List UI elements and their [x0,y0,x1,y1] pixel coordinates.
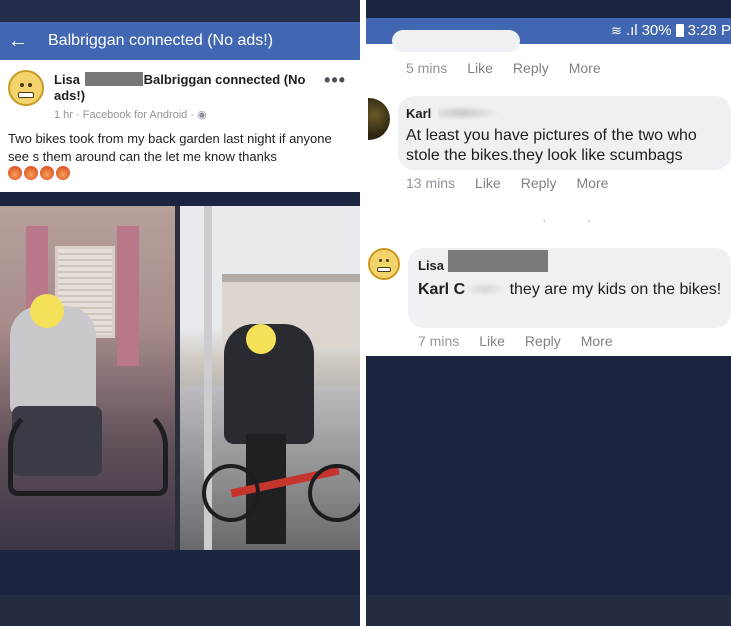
post-card: Lisa Balbriggan connected (No ads!) ••• … [0,60,360,192]
group-header-bar: ← Balbriggan connected (No ads!) [0,22,360,60]
commenter-avatar[interactable] [368,98,390,140]
comment-bubble-partial [392,30,520,52]
commenter-avatar[interactable] [368,248,400,280]
reply-button[interactable]: Reply [525,333,561,349]
author-avatar[interactable] [8,70,44,106]
comment-author[interactable]: Karl [406,106,431,121]
face-blur [30,294,64,328]
like-button[interactable]: Like [467,60,493,76]
face-blur [246,324,276,354]
angry-reaction-icon [24,166,38,180]
top-strip [0,0,360,22]
reactions-row[interactable] [8,166,70,180]
more-button[interactable]: More [569,60,601,76]
post-timestamp: 1 hr · Facebook for Android · [54,109,198,121]
comment-body: they are my kids on the bikes! [509,281,722,298]
signal-icon: .ıl [625,22,638,39]
more-options-icon[interactable]: ••• [324,70,346,91]
back-arrow-icon[interactable]: ← [2,22,34,60]
post-photos[interactable] [0,206,360,550]
comments-list: 5 mins Like Reply More Karl At least you… [366,30,731,356]
comment-text: Karl C they are my kids on the bikes! [418,280,723,300]
reply-button[interactable]: Reply [521,175,557,191]
left-screenshot: ← Balbriggan connected (No ads!) Lisa Ba… [0,0,360,626]
name-blur [438,106,498,120]
globe-icon: ◉ [197,109,207,121]
comment-time: 13 mins [406,175,456,191]
more-button[interactable]: More [581,333,613,349]
redaction-box [84,72,143,86]
post-body: Two bikes took from my back garden last … [8,131,332,164]
post-meta: 1 hr · Facebook for Android · ◉ [54,108,207,121]
comment-actions: 7 mins Like Reply More [418,333,613,349]
right-screenshot: ≋ .ıl 30% 3:28 P 5 mins Like Reply More … [366,0,731,626]
photo-outdoor-bike[interactable] [180,206,360,550]
post-author-line: Lisa Balbriggan connected (No ads!) [54,72,324,104]
battery-percent: 30% [641,22,672,39]
bottom-bar [366,595,731,626]
separator-dots: · · [542,212,610,228]
redaction-box [448,250,548,272]
angry-reaction-icon [8,166,22,180]
comment-text: At least you have pictures of the two wh… [406,127,697,164]
wifi-icon: ≋ [611,22,622,38]
clock: 3:28 P [687,22,731,39]
angry-reaction-icon [40,166,54,180]
battery-icon [675,24,684,37]
comment-time: 5 mins [406,60,448,76]
like-button[interactable]: Like [479,333,505,349]
more-button[interactable]: More [577,175,609,191]
comment-actions: 13 mins Like Reply More [406,175,608,191]
mention-link[interactable]: Karl C [418,281,465,298]
photo-indoor-bike[interactable] [0,206,175,550]
comment-time: 7 mins [418,333,460,349]
post-author-name[interactable]: Lisa [54,72,80,87]
bottom-bar [0,595,360,626]
comment-actions: 5 mins Like Reply More [406,60,601,76]
name-blur [465,282,506,296]
angry-reaction-icon [56,166,70,180]
like-button[interactable]: Like [475,175,501,191]
reply-button[interactable]: Reply [513,60,549,76]
comment-author[interactable]: Lisa [418,258,444,273]
group-title: Balbriggan connected (No ads!) [48,32,274,49]
